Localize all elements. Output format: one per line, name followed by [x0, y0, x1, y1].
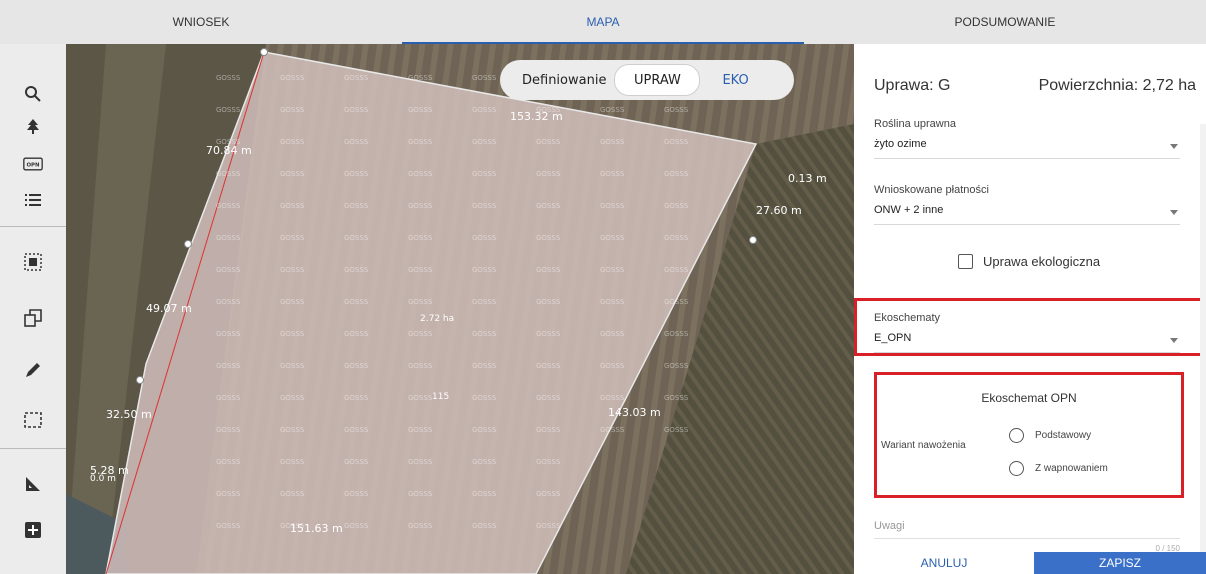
cancel-button[interactable]: ANULUJ — [854, 552, 1034, 574]
panel-title: Uprawa: G — [874, 77, 951, 94]
toggle-upraw[interactable]: UPRAW — [614, 64, 701, 96]
toolbar-divider-2 — [0, 448, 66, 449]
ekoschematy-select[interactable]: E_OPN — [874, 332, 1180, 353]
panel-scrollbar[interactable] — [1200, 124, 1206, 554]
opn-title: Ekoschemat OPN — [981, 391, 1077, 405]
search-icon[interactable] — [21, 82, 45, 106]
opn-section: Ekoschemat OPN Wariant nawożenia Podstaw… — [874, 372, 1184, 498]
platnosci-select[interactable]: ONW + 2 inne — [874, 204, 1180, 225]
tab-mapa[interactable]: MAPA — [402, 0, 804, 44]
list-icon[interactable] — [21, 188, 45, 212]
roslina-field[interactable]: Roślina uprawna żyto ozime — [874, 118, 1180, 159]
tab-podsumowanie[interactable]: PODSUMOWANIE — [804, 0, 1206, 44]
radio-icon[interactable] — [1009, 461, 1024, 476]
add-icon[interactable] — [21, 518, 45, 542]
copy-shape-icon[interactable] — [21, 306, 45, 330]
pencil-icon[interactable] — [21, 358, 45, 382]
radio-podstawowy[interactable]: Podstawowy — [1009, 428, 1091, 443]
toolbar-divider — [0, 226, 66, 227]
ekoschematy-field[interactable]: Ekoschematy E_OPN — [874, 312, 1180, 353]
toggle-label: Definiowanie — [522, 72, 607, 88]
crop-panel: Uprawa: G Powierzchnia: 2,72 ha Roślina … — [854, 44, 1206, 574]
top-tabs: WNIOSEK MAPA PODSUMOWANIE — [0, 0, 1206, 44]
option-podstawowy-label: Podstawowy — [1035, 430, 1092, 441]
roslina-select[interactable]: żyto ozime — [874, 138, 1180, 159]
tree-icon[interactable] — [21, 114, 45, 138]
toggle-eko[interactable]: EKO — [722, 65, 748, 95]
define-toggle: Definiowanie UPRAW EKO — [500, 60, 794, 100]
area-value: Powierzchnia: 2,72 ha — [1038, 77, 1196, 94]
radio-z-wapnowaniem[interactable]: Z wapnowaniem — [1009, 461, 1108, 476]
radio-icon[interactable] — [1009, 428, 1024, 443]
uwagi-underline — [874, 538, 1180, 539]
select-area-icon[interactable] — [21, 250, 45, 274]
wariant-label: Wariant nawożenia — [881, 440, 966, 451]
platnosci-label: Wnioskowane płatności — [874, 184, 989, 196]
chevron-down-icon — [1170, 338, 1178, 343]
option-wapno-label: Z wapnowaniem — [1035, 463, 1108, 474]
ruler-icon[interactable] — [21, 472, 45, 496]
dashed-rect-icon[interactable] — [21, 408, 45, 432]
ekoschematy-label: Ekoschematy — [874, 312, 941, 324]
opn-icon-text: OPN — [26, 163, 40, 169]
left-toolbar: OPN — [0, 44, 66, 574]
platnosci-field[interactable]: Wnioskowane płatności ONW + 2 inne — [874, 184, 1180, 225]
chevron-down-icon — [1170, 210, 1178, 215]
save-button[interactable]: ZAPISZ — [1034, 552, 1206, 574]
opn-icon[interactable]: OPN — [21, 152, 45, 176]
uwagi-field[interactable]: Uwagi — [874, 520, 905, 532]
ekologiczna-checkbox[interactable]: Uprawa ekologiczna — [958, 254, 1100, 269]
map-view[interactable]: 153.32 m 70.84 m 0.13 m 27.60 m 49.07 m … — [66, 44, 854, 574]
map-canvas[interactable] — [66, 44, 854, 574]
chevron-down-icon — [1170, 144, 1178, 149]
roslina-label: Roślina uprawna — [874, 118, 956, 130]
checkbox-icon[interactable] — [958, 254, 973, 269]
ekologiczna-label: Uprawa ekologiczna — [983, 254, 1101, 269]
tab-wniosek[interactable]: WNIOSEK — [0, 0, 402, 44]
